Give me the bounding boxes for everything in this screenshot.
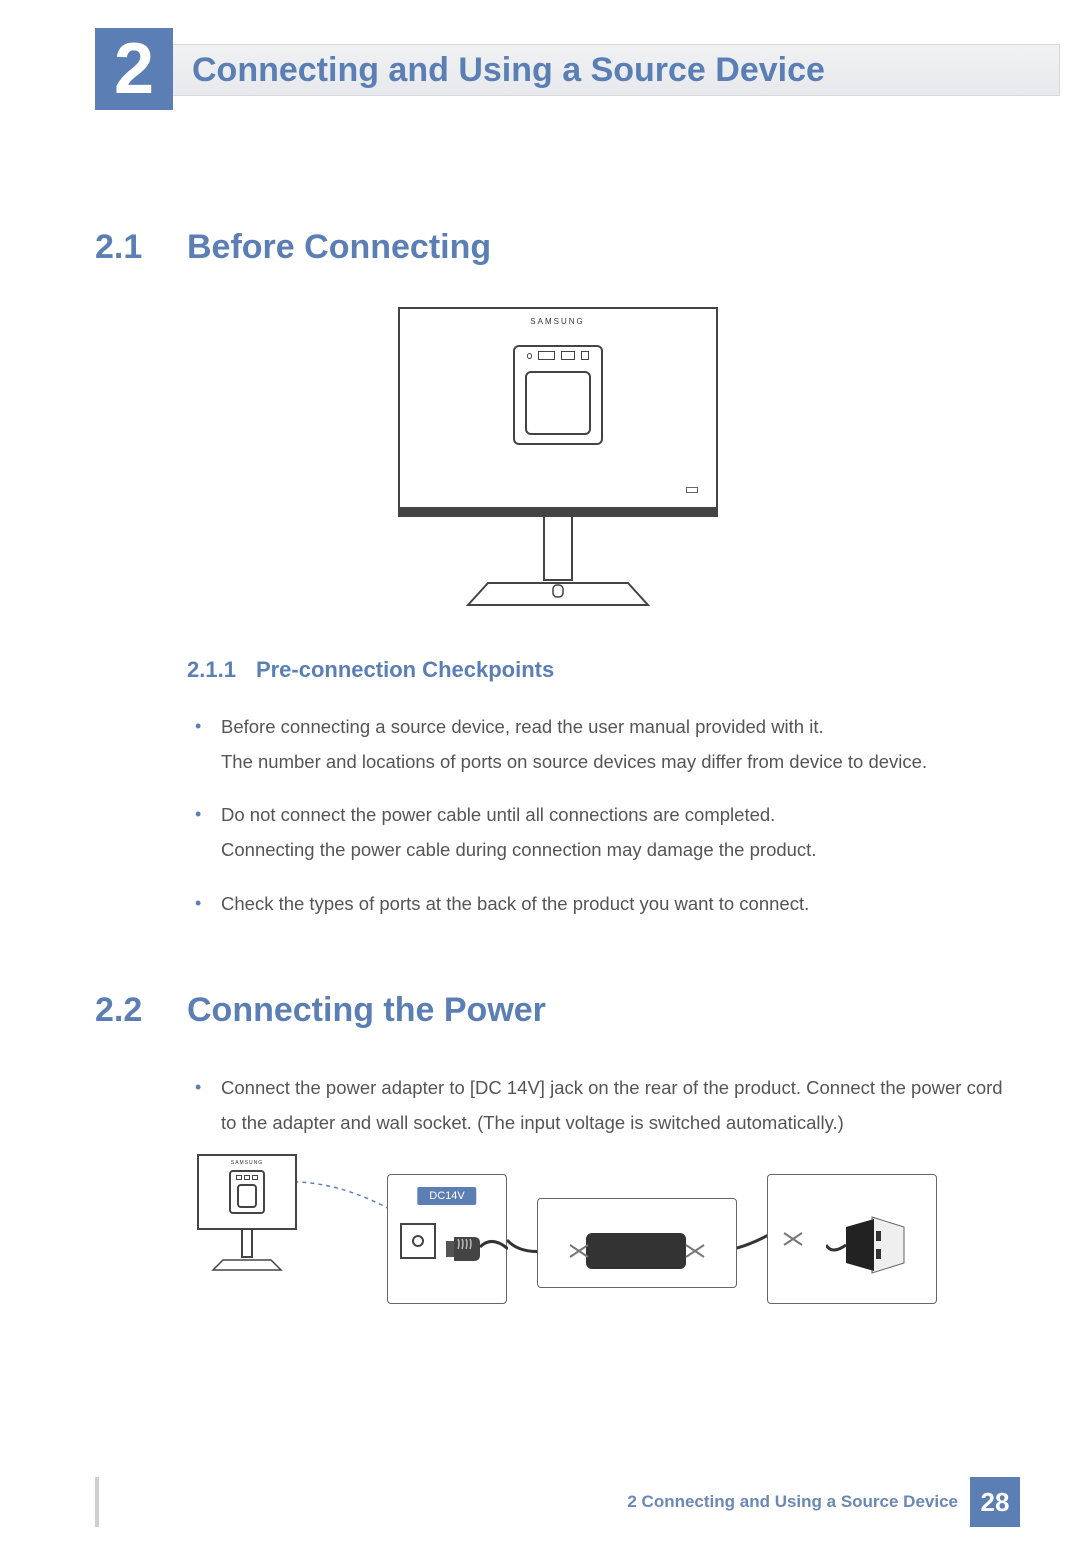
list-item: Do not connect the power cable until all… [187,797,1020,867]
section-number: 2.2 [95,991,157,1030]
subsection-heading: 2.1.1 Pre-connection Checkpoints [187,657,1020,683]
barrel-plug-icon [446,1229,508,1269]
dc-jack-icon [400,1223,436,1259]
subsection-title: Pre-connection Checkpoints [256,657,554,683]
page-footer: 2 Connecting and Using a Source Device 2… [627,1477,1020,1527]
monitor-brand-label: SAMSUNG [231,1160,263,1166]
section-2-1: 2.1 Before Connecting SAMSUNG [95,228,1020,921]
chapter-header: Connecting and Using a Source Device 2 [95,28,1080,118]
checkpoints-list: Before connecting a source device, read … [187,709,1020,921]
page-number-badge: 28 [970,1477,1020,1527]
dc-jack-detail: DC14V [387,1174,507,1304]
section-title: Before Connecting [187,228,491,267]
monitor-ports-row [525,347,591,365]
list-item: Connect the power adapter to [DC 14V] ja… [187,1070,1020,1140]
footer-rule [95,1477,99,1527]
monitor-bezel: SAMSUNG [398,307,718,517]
footer-chapter-label: 2 Connecting and Using a Source Device [627,1492,958,1512]
monitor-rear-figure: SAMSUNG [398,307,718,607]
page-content: 2.1 Before Connecting SAMSUNG [95,118,1020,1338]
power-list: Connect the power adapter to [DC 14V] ja… [187,1070,1020,1140]
monitor-neck [543,515,573,581]
monitor-brand-label: SAMSUNG [530,317,584,326]
subsection-number: 2.1.1 [187,657,236,683]
list-item: Before connecting a source device, read … [187,709,1020,779]
cable-tie-icon [568,1243,590,1259]
cable-tie-icon [684,1243,706,1259]
section-heading: 2.1 Before Connecting [95,228,1020,267]
section-2-2: 2.2 Connecting the Power Connect the pow… [95,991,1020,1338]
section-title: Connecting the Power [187,991,546,1030]
adapter-brick-icon [586,1233,686,1269]
list-item: Check the types of ports at the back of … [187,886,1020,921]
chapter-number-badge: 2 [95,28,173,110]
cable-tie-icon [782,1231,804,1247]
wall-outlet-detail [767,1174,937,1304]
power-connection-figure: SAMSUNG DC14V [187,1158,967,1338]
power-indicator-icon [686,487,698,493]
small-monitor-icon: SAMSUNG [197,1154,297,1272]
page-number: 28 [981,1487,1010,1518]
section-number: 2.1 [95,228,157,267]
wall-plug-icon [826,1213,906,1282]
adapter-brick-detail [537,1198,737,1288]
dc-label: DC14V [417,1187,476,1205]
chapter-title: Connecting and Using a Source Device [192,51,825,90]
monitor-back-plate [513,345,603,445]
chapter-title-bar: Connecting and Using a Source Device [163,44,1060,96]
section-heading: 2.2 Connecting the Power [95,991,1020,1030]
monitor-base [398,581,718,607]
chapter-number: 2 [114,33,154,105]
